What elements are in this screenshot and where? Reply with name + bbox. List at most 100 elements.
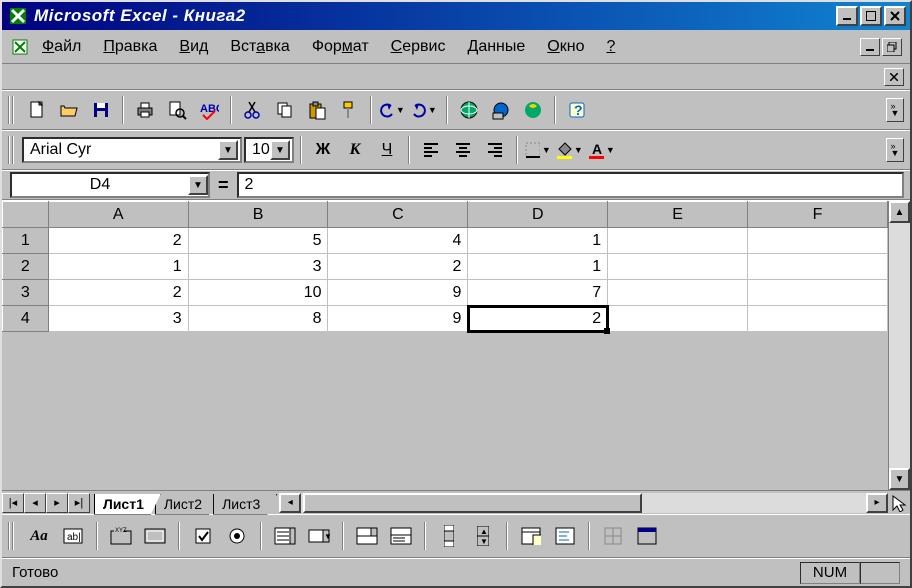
italic-button[interactable]: К (340, 135, 370, 165)
scroll-down-button[interactable]: ▼ (889, 468, 910, 490)
bold-button[interactable]: Ж (308, 135, 338, 165)
cell[interactable] (608, 228, 748, 254)
groupbox-icon[interactable]: XYZ (106, 521, 136, 551)
cell[interactable] (748, 254, 888, 280)
align-right-icon[interactable] (480, 135, 510, 165)
toolbar-more-icon[interactable]: »▼ (886, 138, 904, 162)
menu-window[interactable]: Окно (537, 36, 594, 58)
print-preview-icon[interactable] (162, 95, 192, 125)
copy-icon[interactable] (270, 95, 300, 125)
sheet-tab[interactable]: Лист3 (213, 494, 277, 515)
toolbar-more-icon[interactable]: »▼ (886, 98, 904, 122)
web-toolbar-icon[interactable] (486, 95, 516, 125)
formula-equals-icon[interactable]: = (210, 175, 237, 196)
cell[interactable] (608, 254, 748, 280)
grid-settings-icon[interactable] (598, 521, 628, 551)
cell[interactable]: 1 (468, 254, 608, 280)
cell[interactable] (748, 228, 888, 254)
cell[interactable]: 2 (468, 306, 608, 332)
save-icon[interactable] (86, 95, 116, 125)
spinner-icon[interactable]: ▲▼ (468, 521, 498, 551)
borders-icon[interactable]: ▼ (524, 135, 554, 165)
align-left-icon[interactable] (416, 135, 446, 165)
combo-list-icon[interactable] (352, 521, 382, 551)
cut-icon[interactable] (238, 95, 268, 125)
listbox-icon[interactable] (270, 521, 300, 551)
column-header[interactable]: A (48, 202, 188, 228)
menu-format[interactable]: Формат (302, 36, 379, 58)
vertical-scrollbar[interactable]: ▲ ▼ (888, 201, 910, 490)
cell[interactable]: 9 (328, 306, 468, 332)
run-dialog-icon[interactable] (632, 521, 662, 551)
cell[interactable]: 9 (328, 280, 468, 306)
code-icon[interactable] (550, 521, 580, 551)
menu-tools[interactable]: Сервис (381, 36, 456, 58)
row-header[interactable]: 4 (3, 306, 49, 332)
align-center-icon[interactable] (448, 135, 478, 165)
font-color-icon[interactable]: А▼ (588, 135, 618, 165)
row-header[interactable]: 2 (3, 254, 49, 280)
toolbar-grip[interactable] (8, 522, 16, 550)
tab-nav-first[interactable]: |◂ (2, 493, 24, 513)
column-header[interactable]: B (188, 202, 328, 228)
maximize-button[interactable] (860, 6, 882, 26)
scroll-track[interactable] (301, 493, 866, 513)
cell[interactable]: 2 (48, 280, 188, 306)
name-box-dropdown[interactable]: ▼ (188, 175, 208, 195)
workbook-icon[interactable] (10, 37, 30, 57)
tab-nav-prev[interactable]: ◂ (24, 493, 46, 513)
cell[interactable]: 10 (188, 280, 328, 306)
properties-icon[interactable] (516, 521, 546, 551)
underline-button[interactable]: Ч (372, 135, 402, 165)
scrollbar-icon[interactable] (434, 521, 464, 551)
toolbar-grip[interactable] (8, 96, 16, 124)
menu-data[interactable]: Данные (457, 36, 535, 58)
tab-nav-next[interactable]: ▸ (46, 493, 68, 513)
scroll-up-button[interactable]: ▲ (889, 201, 910, 223)
minimize-button[interactable] (836, 6, 858, 26)
sheet-tab[interactable]: Лист2 (155, 494, 219, 515)
menu-edit[interactable]: Правка (93, 36, 167, 58)
row-header[interactable]: 1 (3, 228, 49, 254)
print-icon[interactable] (130, 95, 160, 125)
column-header[interactable]: F (748, 202, 888, 228)
checkbox-icon[interactable] (188, 521, 218, 551)
cell[interactable]: 3 (48, 306, 188, 332)
scroll-track[interactable] (889, 223, 910, 468)
toolbar-grip[interactable] (8, 136, 16, 164)
font-name-combo[interactable]: Arial Cyr ▼ (22, 137, 242, 163)
new-icon[interactable] (22, 95, 52, 125)
hyperlink-icon[interactable] (454, 95, 484, 125)
scroll-thumb[interactable] (303, 493, 642, 513)
sheet-tab[interactable]: Лист1 (94, 494, 161, 515)
cell[interactable]: 1 (468, 228, 608, 254)
combobox-icon[interactable]: ▼ (304, 521, 334, 551)
cell[interactable]: 7 (468, 280, 608, 306)
combo-dropdown-icon[interactable] (386, 521, 416, 551)
cell[interactable]: 5 (188, 228, 328, 254)
doc-close-button[interactable] (884, 68, 904, 86)
close-button[interactable] (884, 6, 906, 26)
radio-icon[interactable] (222, 521, 252, 551)
format-painter-icon[interactable] (334, 95, 364, 125)
row-header[interactable]: 3 (3, 280, 49, 306)
formula-bar[interactable]: 2 (237, 172, 904, 198)
cell[interactable] (608, 306, 748, 332)
horizontal-scrollbar[interactable]: ◂ ▸ (279, 493, 888, 513)
font-size-combo[interactable]: 10 ▼ (244, 137, 294, 163)
cell[interactable] (748, 306, 888, 332)
label-icon[interactable]: Aa (24, 521, 54, 551)
font-size-dropdown[interactable]: ▼ (270, 140, 290, 160)
open-icon[interactable] (54, 95, 84, 125)
doc-restore-button[interactable] (882, 38, 902, 56)
column-header[interactable]: E (608, 202, 748, 228)
cell[interactable]: 2 (48, 228, 188, 254)
font-name-dropdown[interactable]: ▼ (218, 140, 238, 160)
menu-insert[interactable]: Вставка (220, 36, 299, 58)
button-icon[interactable] (140, 521, 170, 551)
cell[interactable]: 1 (48, 254, 188, 280)
cell[interactable]: 3 (188, 254, 328, 280)
spellcheck-icon[interactable]: ABC (194, 95, 224, 125)
select-all-corner[interactable] (3, 202, 49, 228)
menu-view[interactable]: Вид (169, 36, 218, 58)
